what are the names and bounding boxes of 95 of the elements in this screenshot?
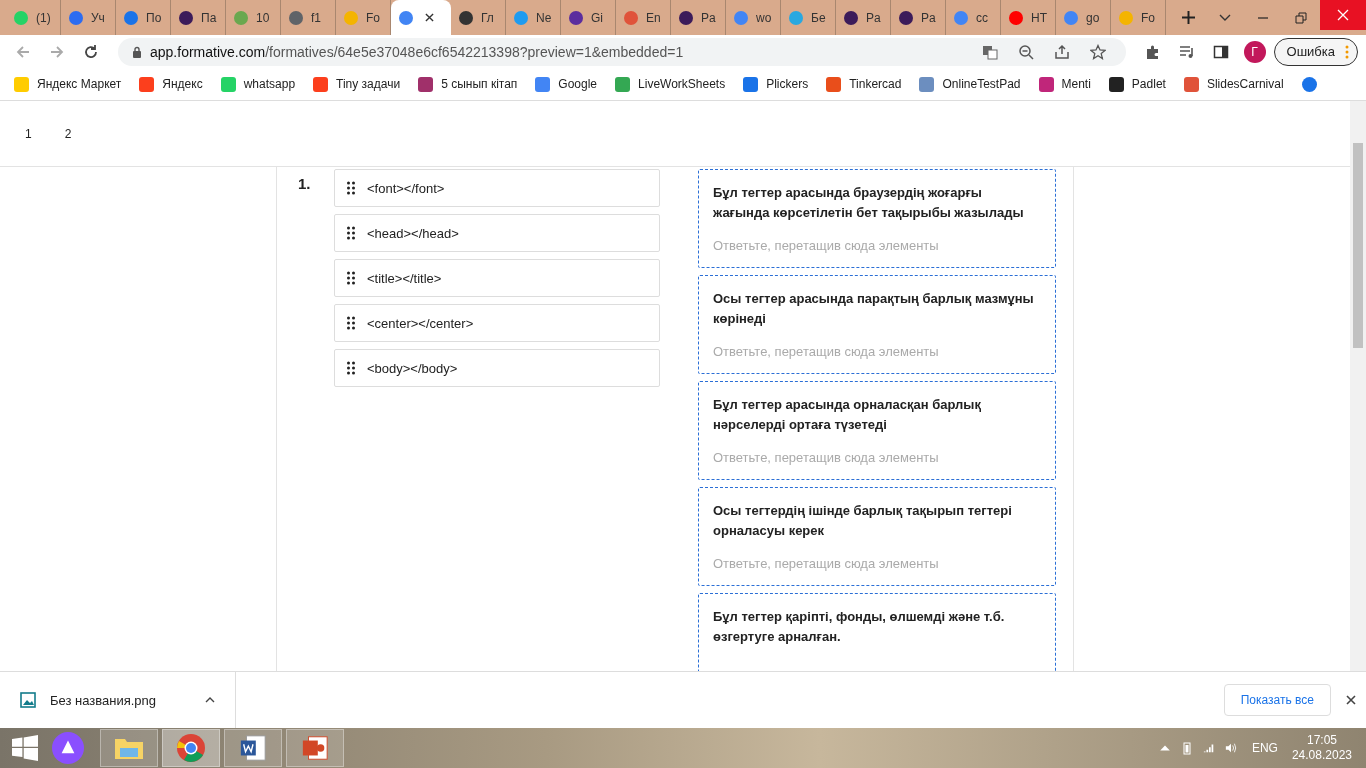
folder-icon — [114, 736, 144, 760]
drop-zone-placeholder: Ответьте, перетащив сюда элементы — [713, 450, 940, 465]
browser-tab[interactable]: Pa — [671, 0, 726, 35]
close-icon[interactable] — [425, 13, 434, 22]
drop-zone-prompt: Бұл тегтер қаріпті, фонды, өлшемді және т.б. өзгертуге арналған. — [713, 608, 1006, 646]
bookmark[interactable]: Яндекс — [139, 76, 203, 92]
drop-zone[interactable]: Осы тегтердің ішінде барлық тақырып тегтері орналасуы керек Ответьте, перетащив сюда элементы — [698, 487, 1056, 586]
bookmark[interactable]: Google — [535, 76, 598, 92]
browser-tab[interactable]: НТ — [1001, 0, 1056, 35]
close-icon[interactable] — [1346, 695, 1356, 705]
drop-zone[interactable]: Осы тегтер арасында парақтың барлық мазмұны көрінеді Ответьте, перетащив сюда элементы — [698, 275, 1056, 374]
question-number: 1. — [298, 174, 312, 194]
drop-zone[interactable]: Бұл тегтер қаріпті, фонды, өлшемді және т.б. өзгертуге арналған. — [698, 593, 1056, 671]
browser-tab[interactable]: Pa — [891, 0, 946, 35]
browser-tab[interactable]: go — [1056, 0, 1111, 35]
bookmark[interactable]: Tinkercad — [826, 76, 902, 92]
browser-tab[interactable]: 10 — [226, 0, 281, 35]
drag-handle-icon[interactable] — [347, 226, 355, 240]
browser-tab[interactable]: Бе — [781, 0, 836, 35]
drag-handle-icon[interactable] — [347, 271, 355, 285]
bookmark[interactable]: OnlineTestPad — [919, 76, 1021, 92]
bookmark[interactable]: Padlet — [1108, 76, 1166, 92]
browser-tab[interactable]: cc — [946, 0, 1001, 35]
caret-up-icon[interactable] — [205, 697, 215, 703]
translate-icon[interactable] — [981, 43, 998, 60]
drag-item[interactable]: <center></center> — [334, 304, 660, 342]
drop-zone-prompt: Бұл тегтер арасында браузердің жоғарғы жағында көрсетілетін бет тақырыбы жазылады — [713, 184, 1025, 222]
drag-handle-icon[interactable] — [347, 181, 355, 195]
share-icon[interactable] — [1053, 43, 1070, 60]
page-link[interactable]: 2 — [64, 126, 72, 141]
bookmark[interactable]: Tiny задачи — [313, 76, 401, 92]
drag-item[interactable]: <body></body> — [334, 349, 660, 387]
bookmark-icon[interactable] — [1301, 76, 1317, 92]
browser-tab[interactable]: Ne — [506, 0, 561, 35]
side-panel-icon[interactable] — [1212, 43, 1229, 60]
taskbar-app[interactable] — [224, 729, 282, 767]
drop-zone-placeholder: Ответьте, перетащив сюда элементы — [713, 238, 940, 253]
restore-icon[interactable] — [1295, 11, 1307, 24]
browser-tab[interactable]: Уч — [61, 0, 116, 35]
drop-zone[interactable]: Бұл тегтер арасында орналасқан барлық нәрселерді ортаға түзетеді Ответьте, перетащив сюда элементы — [698, 381, 1056, 480]
error-button[interactable]: Ошибка — [1273, 37, 1358, 66]
more-icon — [1345, 44, 1349, 59]
drag-item[interactable]: <title></title> — [334, 259, 660, 297]
drop-zone-prompt: Осы тегтер арасында парақтың барлық мазмұны көрінеді — [713, 290, 1035, 328]
drop-zone[interactable]: Бұл тегтер арасында браузердің жоғарғы жағында көрсетілетін бет тақырыбы жазылады Ответьте, перетащив сюда элементы — [698, 169, 1056, 268]
windows-icon[interactable] — [12, 735, 38, 761]
page-link[interactable]: 1 — [25, 126, 32, 141]
browser-tab[interactable]: f1 — [281, 0, 336, 35]
drop-zone-placeholder: Ответьте, перетащив сюда элементы — [713, 556, 940, 571]
browser-tab[interactable]: Гл — [451, 0, 506, 35]
puzzle-icon[interactable] — [1144, 43, 1161, 60]
browser-tab[interactable]: Pa — [836, 0, 891, 35]
browser-tab[interactable]: Па — [171, 0, 226, 35]
image-file-icon — [20, 692, 36, 708]
volume-icon[interactable] — [1224, 741, 1237, 755]
profile-avatar[interactable]: Г — [1243, 40, 1266, 63]
bookmark[interactable]: SlidesCarnival — [1183, 76, 1284, 92]
star-icon[interactable] — [1089, 43, 1106, 60]
browser-tab[interactable]: По — [116, 0, 171, 35]
drag-item[interactable]: <font></font> — [334, 169, 660, 207]
media-icon[interactable] — [1178, 43, 1195, 60]
scrollbar-thumb[interactable] — [1353, 143, 1363, 348]
bookmark[interactable]: Яндекс Маркет — [14, 76, 122, 92]
bookmark[interactable]: Menti — [1038, 76, 1091, 92]
drop-zone-placeholder: Ответьте, перетащив сюда элементы — [713, 344, 940, 359]
browser-tab[interactable]: Fo — [1111, 0, 1166, 35]
close-icon — [1337, 9, 1349, 21]
browser-tab[interactable] — [391, 0, 451, 35]
bookmark[interactable]: 5 сынып кітап — [418, 76, 518, 92]
drag-item[interactable]: <head></head> — [334, 214, 660, 252]
zoom-out-icon[interactable] — [1017, 43, 1034, 60]
browser-icon — [176, 733, 206, 763]
address-bar[interactable]: app.formative.com/formatives/64e5e37048e6cf6542213398?preview=1&embedded=1 — [118, 37, 1126, 66]
presentation-icon — [301, 734, 329, 762]
document-icon — [239, 734, 267, 762]
drag-handle-icon[interactable] — [347, 316, 355, 330]
browser-tab[interactable]: En — [616, 0, 671, 35]
bookmark[interactable]: Plickers — [743, 76, 809, 92]
browser-tab[interactable]: Gi — [561, 0, 616, 35]
drag-handle-icon[interactable] — [347, 361, 355, 375]
clock-time: 17:05 — [1306, 733, 1337, 748]
voice-assistant-icon[interactable] — [52, 732, 84, 764]
drop-zone-prompt: Осы тегтердің ішінде барлық тақырып тегтері орналасуы керек — [713, 502, 1013, 540]
bookmark[interactable]: LiveWorkSheets — [615, 76, 726, 92]
lock-icon — [132, 45, 142, 58]
browser-tab[interactable]: wo — [726, 0, 781, 35]
battery-icon[interactable] — [1180, 741, 1193, 755]
new-tab-icon[interactable] — [1182, 11, 1195, 24]
drop-zone-prompt: Бұл тегтер арасында орналасқан барлық нәрселерді ортаға түзетеді — [713, 396, 982, 434]
bookmark[interactable]: whatsapp — [220, 76, 296, 92]
browser-tab[interactable]: (1) — [6, 0, 61, 35]
taskbar-app[interactable] — [286, 729, 344, 767]
reload-icon[interactable] — [83, 43, 99, 60]
show-all-button[interactable]: Показать все — [1223, 684, 1331, 716]
clock-date: 24.08.2023 — [1291, 748, 1352, 763]
